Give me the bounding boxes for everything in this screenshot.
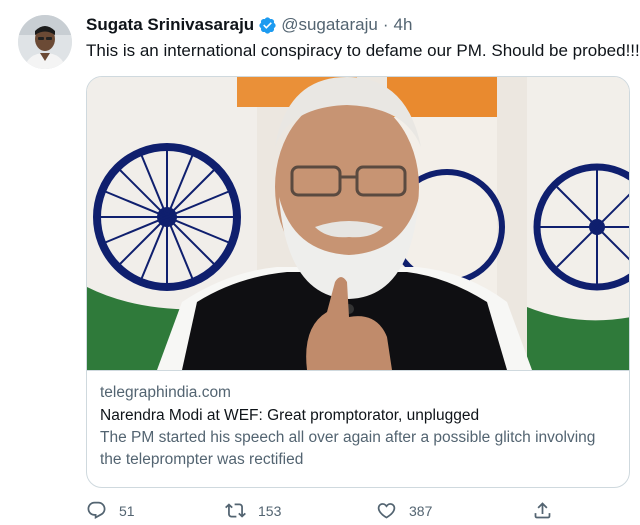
tweet-text: This is an international conspiracy to d… [86, 41, 640, 60]
retweet-count: 153 [258, 502, 282, 519]
avatar-image [18, 15, 72, 69]
reply-button[interactable]: 51 [86, 500, 135, 521]
reply-count: 51 [119, 502, 135, 519]
retweet-button[interactable]: 153 [225, 500, 281, 521]
card-description: The PM started his speech all over again… [100, 429, 596, 468]
card-image [87, 77, 629, 370]
tweet[interactable]: Sugata Srinivasaraju @sugataraju · 4h Th… [0, 0, 640, 525]
like-count: 387 [409, 502, 433, 519]
tweet-header: Sugata Srinivasaraju @sugataraju · 4h [86, 14, 412, 36]
card-title: Narendra Modi at WEF: Great promptorator… [100, 407, 480, 424]
link-card[interactable]: telegraphindia.com Narendra Modi at WEF:… [86, 76, 630, 488]
like-button[interactable]: 387 [376, 500, 432, 521]
reply-icon [87, 501, 106, 519]
card-domain: telegraphindia.com [100, 384, 231, 401]
author-name[interactable]: Sugata Srinivasaraju [86, 14, 254, 36]
timestamp[interactable]: 4h [394, 14, 413, 36]
author-handle[interactable]: @sugataraju [281, 14, 378, 36]
share-icon [534, 502, 551, 519]
tweet-actions: 51 153 387 [86, 500, 636, 525]
retweet-icon [225, 503, 246, 518]
card-body: telegraphindia.com Narendra Modi at WEF:… [87, 370, 629, 471]
separator-dot: · [382, 15, 389, 34]
avatar[interactable] [18, 15, 72, 69]
heart-icon [377, 503, 396, 519]
verified-badge-icon [258, 16, 277, 35]
share-button[interactable] [532, 500, 553, 521]
